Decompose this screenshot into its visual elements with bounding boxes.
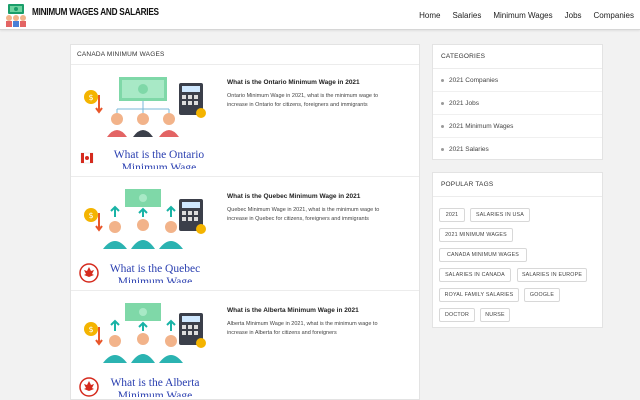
post-excerpt: Ontario Minimum Wage in 2021, what is th… — [227, 93, 379, 108]
post-card[interactable]: $ W — [71, 179, 419, 291]
category-link[interactable]: 2021 Salaries — [433, 138, 602, 161]
nav-home[interactable]: Home — [419, 11, 440, 20]
tag-link[interactable]: SALARIES IN EUROPE — [517, 268, 587, 282]
bullet-icon — [441, 78, 444, 82]
money-bill-icon — [110, 303, 176, 331]
categories-widget: CATEGORIES 2021 Companies 2021 Jobs 2021… — [432, 44, 603, 160]
people-icon — [103, 219, 183, 249]
popular-tags-title: POPULAR TAGS — [433, 173, 602, 197]
post-thumbnail[interactable]: $ W — [79, 187, 211, 283]
svg-text:$: $ — [88, 93, 93, 102]
tag-link[interactable]: SALARIES IN USA — [470, 208, 530, 222]
tag-link[interactable]: DOCTOR — [439, 308, 475, 322]
nav-companies[interactable]: Companies — [594, 11, 634, 20]
category-link[interactable]: 2021 Jobs — [433, 92, 602, 115]
tag-link[interactable]: SALARIES IN CANADA — [439, 268, 511, 282]
calculator-icon — [179, 199, 206, 234]
category-label[interactable]: 2021 Jobs — [449, 100, 479, 107]
tag-link[interactable]: GOOGLE — [524, 288, 560, 302]
category-link[interactable]: 2021 Companies — [433, 69, 602, 92]
bullet-icon — [441, 148, 444, 151]
thumbnail-caption: What is the Quebec Minimum Wage — [109, 263, 201, 283]
calculator-icon — [179, 83, 206, 118]
post-title[interactable]: What is the Ontario Minimum Wage in 2021 — [227, 79, 417, 86]
main-nav: Home Salaries Minimum Wages Jobs Compani… — [407, 0, 634, 30]
main-content: CANADA MINIMUM WAGES $ What is the Ontar… — [70, 44, 420, 400]
post-thumbnail[interactable]: $ What is the Ontario Minimum Wage — [79, 73, 211, 169]
people-icon — [103, 333, 183, 363]
thumbnail-caption: What is the Ontario Minimum Wage — [113, 149, 205, 169]
section-title: CANADA MINIMUM WAGES — [71, 45, 419, 65]
svg-text:$: $ — [88, 211, 93, 220]
category-label[interactable]: 2021 Salaries — [449, 146, 489, 153]
categories-title: CATEGORIES — [433, 45, 602, 69]
logo-text: MINIMUM WAGES AND SALARIES — [32, 7, 159, 18]
logo-icon — [6, 4, 26, 27]
nav-jobs[interactable]: Jobs — [565, 11, 582, 20]
tag-link[interactable]: 2021 — [439, 208, 465, 222]
money-bill-icon — [116, 77, 170, 113]
coin-icon: $ — [84, 90, 103, 114]
coin-icon: $ — [84, 208, 103, 232]
thumbnail-caption: What is the Alberta Minimum Wage — [110, 377, 200, 397]
nav-salaries[interactable]: Salaries — [452, 11, 481, 20]
svg-text:$: $ — [88, 325, 93, 334]
category-link[interactable]: 2021 Minimum Wages — [433, 115, 602, 138]
post-excerpt: Quebec Minimum Wage in 2021, what is the… — [227, 207, 380, 222]
category-label[interactable]: 2021 Companies — [449, 77, 498, 84]
category-label[interactable]: 2021 Minimum Wages — [449, 123, 513, 130]
post-title[interactable]: What is the Alberta Minimum Wage in 2021 — [227, 307, 417, 314]
popular-tags-widget: POPULAR TAGS 2021 SALARIES IN USA 2021 M… — [432, 172, 603, 328]
post-card[interactable]: $ What is the Ontario Minimum Wage What … — [71, 65, 419, 177]
header-bar: MINIMUM WAGES AND SALARIES Home Salaries… — [0, 0, 640, 30]
bullet-icon — [441, 124, 444, 128]
maple-leaf-icon — [79, 263, 99, 283]
tag-link[interactable]: ROYAL FAMILY SALARIES — [439, 288, 519, 302]
canada-flag-icon — [80, 152, 94, 164]
post-thumbnail[interactable]: $ W — [79, 301, 211, 397]
maple-leaf-icon — [79, 377, 99, 397]
post-excerpt: Alberta Minimum Wage in 2021, what is th… — [227, 321, 378, 336]
post-title[interactable]: What is the Quebec Minimum Wage in 2021 — [227, 193, 417, 200]
tag-link[interactable]: 2021 MINIMUM WAGES — [439, 228, 513, 242]
tag-link[interactable]: NURSE — [480, 308, 510, 322]
coin-icon: $ — [84, 322, 103, 346]
site-logo[interactable]: MINIMUM WAGES AND SALARIES — [4, 2, 159, 28]
post-card[interactable]: $ W — [71, 293, 419, 399]
calculator-icon — [179, 313, 206, 348]
money-bill-icon — [110, 189, 176, 217]
people-icon — [107, 113, 179, 137]
tag-link[interactable]: CANADA MINIMUM WAGES — [439, 248, 527, 262]
bullet-icon — [441, 101, 444, 105]
nav-minimum-wages[interactable]: Minimum Wages — [493, 11, 552, 20]
